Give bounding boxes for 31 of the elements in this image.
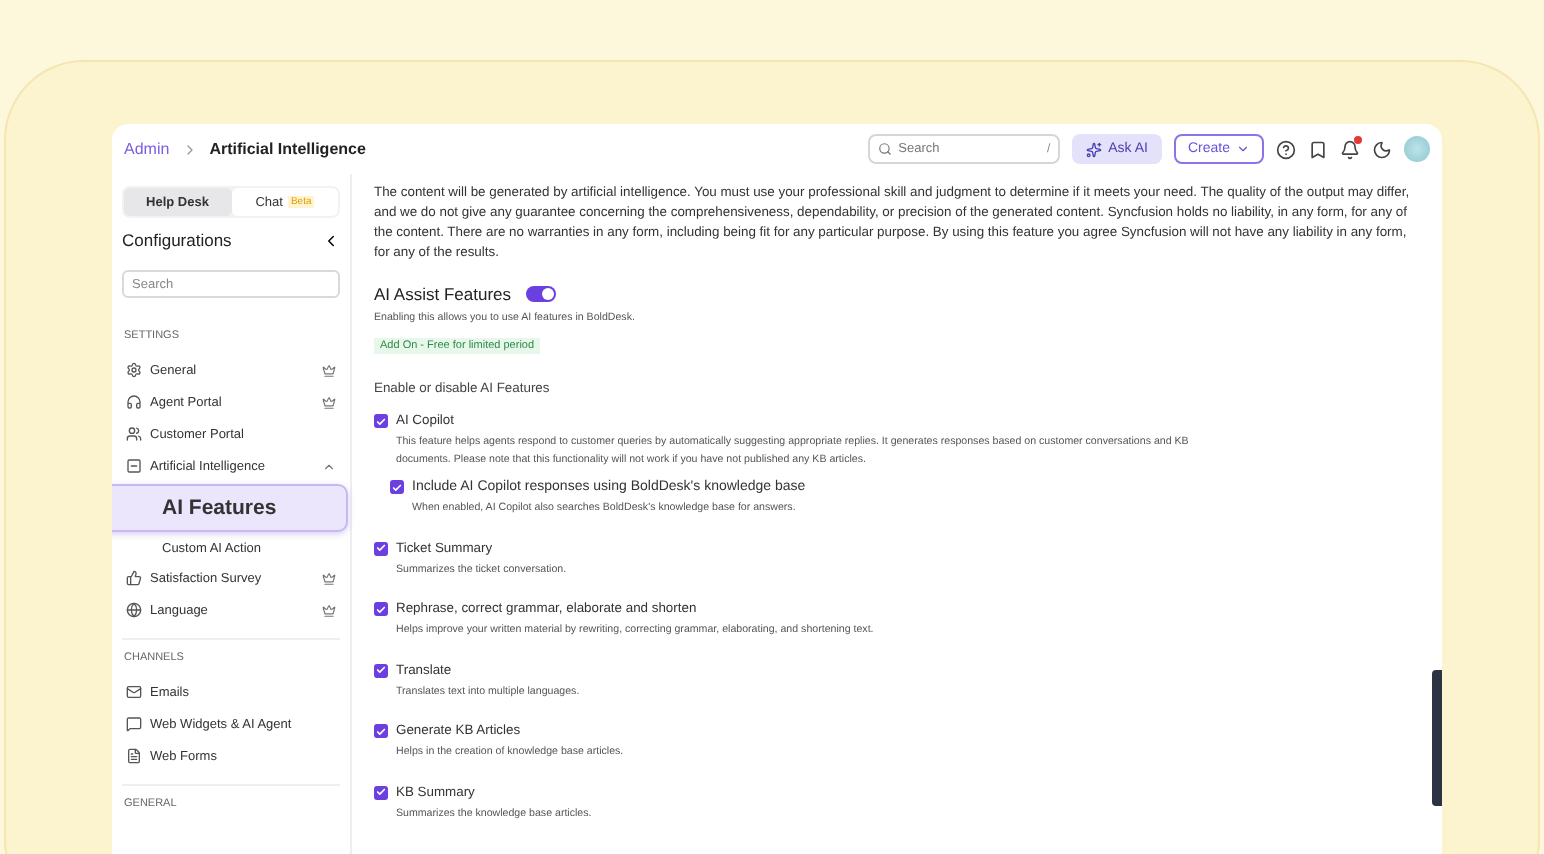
collapse-icon[interactable]	[322, 231, 340, 249]
notification-icon[interactable]	[1340, 139, 1360, 159]
checkbox[interactable]	[374, 663, 388, 677]
chat-icon	[126, 716, 142, 732]
headset-icon	[126, 394, 142, 410]
chevron-up-icon[interactable]	[322, 459, 336, 473]
section-title: AI Assist Features	[374, 284, 511, 304]
checkbox[interactable]	[374, 541, 388, 555]
sidebar-subitem[interactable]: AI Features	[112, 484, 348, 532]
sidebar-title: Configurations	[122, 230, 232, 250]
globe-icon	[126, 602, 142, 618]
search-icon	[878, 142, 893, 156]
toggle-switch[interactable]	[525, 286, 555, 302]
form-icon	[126, 748, 142, 764]
mail-icon	[126, 684, 142, 700]
help-icon[interactable]	[1276, 139, 1296, 159]
users-icon	[126, 426, 142, 442]
moon-icon[interactable]	[1372, 139, 1392, 159]
breadcrumb-link[interactable]: Admin	[124, 140, 170, 158]
checkbox[interactable]	[374, 414, 388, 428]
bookmark-icon[interactable]	[1308, 139, 1328, 159]
checkbox[interactable]	[390, 480, 404, 494]
minus-square-icon	[126, 458, 142, 474]
gear-icon	[126, 362, 142, 378]
checkbox[interactable]	[374, 602, 388, 616]
sparkle-icon	[1086, 141, 1103, 157]
checkbox[interactable]	[374, 724, 388, 738]
thumbs-up-icon	[126, 570, 142, 586]
caret-icon	[1236, 142, 1250, 156]
checkbox[interactable]	[374, 785, 388, 799]
breadcrumb-current: Artificial Intelligence	[209, 140, 366, 158]
